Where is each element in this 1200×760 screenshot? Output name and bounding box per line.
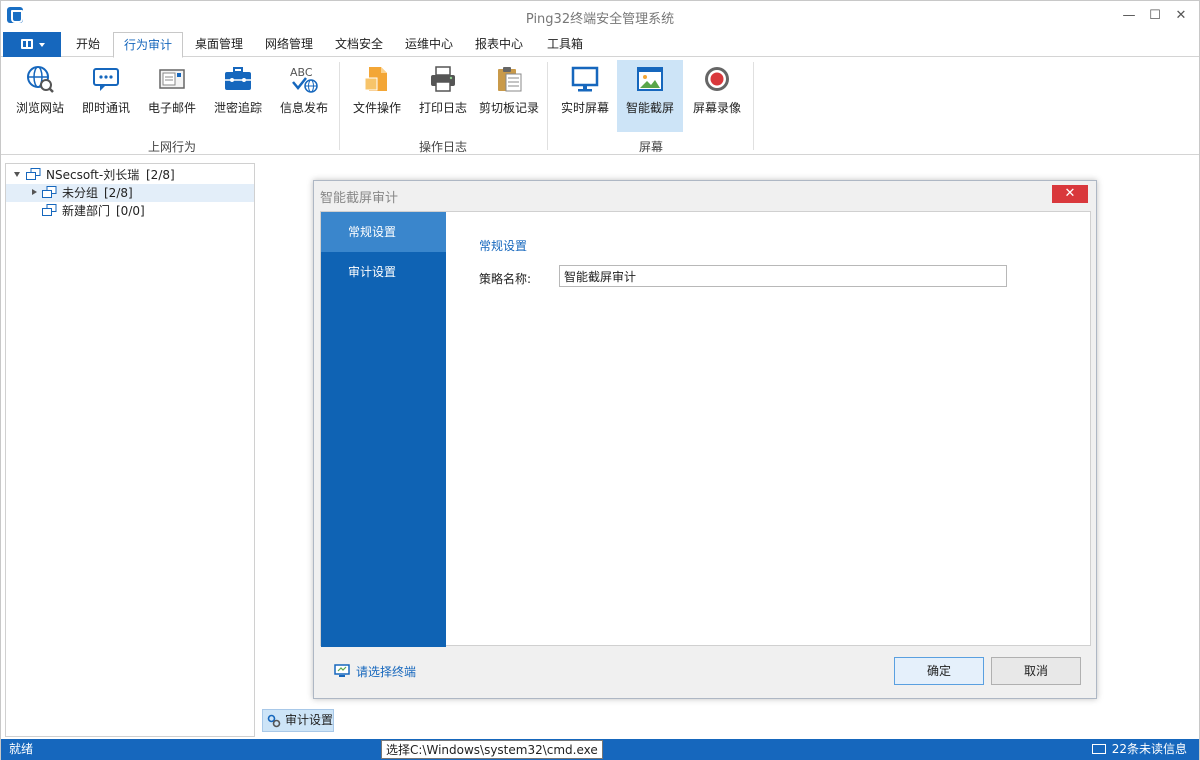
group-label-web-behavior: 上网行为 <box>147 140 196 154</box>
tree-node-count: [2/8] <box>146 168 175 182</box>
book-icon <box>21 39 33 49</box>
network-group-icon <box>26 168 41 180</box>
tab-behavior-audit[interactable]: 行为审计 <box>113 32 183 58</box>
audit-settings-tab-label: 审计设置 <box>285 713 334 727</box>
close-window-button[interactable]: ✕ <box>1167 5 1195 27</box>
tree-node-label: 未分组 <box>62 186 99 200</box>
cancel-button[interactable]: 取消 <box>991 657 1081 685</box>
chat-icon <box>93 68 119 91</box>
tab-start[interactable]: 开始 <box>65 32 111 58</box>
instant-messaging-label: 即时通讯 <box>81 101 130 115</box>
globe-search-icon <box>27 66 54 93</box>
caret-down-icon <box>39 43 45 47</box>
picture-icon <box>637 67 663 91</box>
browse-web-label: 浏览网站 <box>15 101 64 115</box>
expand-arrow-icon[interactable] <box>14 172 20 177</box>
dialog-title: 智能截屏审计 <box>320 191 399 206</box>
tree-node-root[interactable]: NSecsoft-刘长瑞 [2/8] <box>6 166 254 184</box>
unread-messages-label: 22条未读信息 <box>1111 742 1187 756</box>
browse-web-button[interactable]: 浏览网站 <box>9 60 71 132</box>
group-label-operation-log: 操作日志 <box>418 140 467 154</box>
tab-desktop-management[interactable]: 桌面管理 <box>187 32 251 58</box>
svg-text:ABC: ABC <box>290 66 313 79</box>
leak-tracking-label: 泄密追踪 <box>213 101 262 115</box>
clipboard-icon <box>498 67 522 92</box>
printer-icon <box>431 66 455 92</box>
clipboard-record-button[interactable]: 剪切板记录 <box>477 60 541 132</box>
app-window: Ping32终端安全管理系统 — ☐ ✕ 开始 行为审计 桌面管理 网络管理 文… <box>0 0 1200 760</box>
minimize-button[interactable]: — <box>1115 5 1143 27</box>
terminal-monitor-icon <box>334 664 350 677</box>
status-ready: 就绪 <box>9 742 34 756</box>
screen-recording-button[interactable]: 屏幕录像 <box>685 60 749 132</box>
file-menu-button[interactable] <box>3 32 61 57</box>
nav-general-settings[interactable]: 常规设置 <box>321 212 446 252</box>
screen-recording-label: 屏幕录像 <box>692 101 741 115</box>
group-separator <box>547 62 548 150</box>
record-icon <box>705 67 729 91</box>
tree-node-new-department[interactable]: 新建部门 [0/0] <box>6 202 254 220</box>
realtime-screen-label: 实时屏幕 <box>560 101 609 115</box>
tree-node-count: [2/8] <box>104 186 133 200</box>
print-log-button[interactable]: 打印日志 <box>411 60 475 132</box>
collapse-arrow-icon[interactable] <box>32 189 37 195</box>
tab-toolbox[interactable]: 工具箱 <box>537 32 593 58</box>
email-label: 电子邮件 <box>147 101 196 115</box>
file-operation-button[interactable]: 文件操作 <box>345 60 409 132</box>
file-operation-label: 文件操作 <box>352 101 401 115</box>
group-separator <box>339 62 340 150</box>
info-publish-button[interactable]: ABC 信息发布 <box>273 60 335 132</box>
tab-document-security[interactable]: 文档安全 <box>327 32 391 58</box>
dialog-body: 常规设置 审计设置 常规设置 策略名称: <box>320 211 1091 647</box>
realtime-screen-button[interactable]: 实时屏幕 <box>553 60 617 132</box>
info-publish-label: 信息发布 <box>279 101 328 115</box>
network-group-icon <box>42 204 57 216</box>
maximize-button[interactable]: ☐ <box>1141 5 1169 27</box>
menu-bar: 开始 行为审计 桌面管理 网络管理 文档安全 运维中心 报表中心 工具箱 <box>1 32 1199 58</box>
dialog-close-button[interactable]: ✕ <box>1052 185 1088 203</box>
tree-node-label: 新建部门 <box>62 204 111 218</box>
print-log-label: 打印日志 <box>418 101 467 115</box>
instant-messaging-button[interactable]: 即时通讯 <box>75 60 137 132</box>
tree-node-ungrouped[interactable]: 未分组 [2/8] <box>6 184 254 202</box>
select-terminal-link[interactable]: 请选择终端 <box>334 663 416 681</box>
message-icon <box>1091 744 1106 754</box>
status-tooltip: 选择C:\Windows\system32\cmd.exe <box>381 740 603 759</box>
email-button[interactable]: 电子邮件 <box>141 60 203 132</box>
email-icon <box>159 69 185 89</box>
abc-globe-icon: ABC <box>290 66 318 93</box>
file-icon <box>364 67 387 91</box>
policy-name-label: 策略名称: <box>479 272 532 286</box>
tree-node-label: NSecsoft-刘长瑞 <box>46 168 140 182</box>
monitor-icon <box>571 66 599 92</box>
select-terminal-label: 请选择终端 <box>356 665 417 679</box>
tree-node-count: [0/0] <box>116 204 145 218</box>
briefcase-icon <box>225 67 251 90</box>
group-separator <box>753 62 754 150</box>
leak-tracking-button[interactable]: 泄密追踪 <box>207 60 269 132</box>
section-title: 常规设置 <box>479 239 528 253</box>
tab-report-center[interactable]: 报表中心 <box>467 32 531 58</box>
window-title: Ping32终端安全管理系统 <box>525 12 675 27</box>
group-label-screen: 屏幕 <box>638 140 663 154</box>
status-bar: 就绪 选择C:\Windows\system32\cmd.exe 22条未读信息 <box>1 739 1199 760</box>
tab-network-management[interactable]: 网络管理 <box>257 32 321 58</box>
ribbon: 浏览网站 即时通讯 电子邮件 泄密追踪 ABC 信息发布 上网行为 文件操作 打… <box>1 58 1199 155</box>
smart-screenshot-button[interactable]: 智能截屏 <box>617 60 683 132</box>
smart-screenshot-audit-dialog: 智能截屏审计 ✕ 常规设置 审计设置 常规设置 策略名称: 请选择终端 确定 取… <box>313 180 1097 699</box>
nav-audit-settings[interactable]: 审计设置 <box>321 252 446 292</box>
terminal-tree: NSecsoft-刘长瑞 [2/8] 未分组 [2/8] 新建部门 [0/0] <box>5 163 255 737</box>
network-group-icon <box>42 186 57 198</box>
audit-settings-tab[interactable]: 审计设置 <box>262 709 334 732</box>
tab-ops-center[interactable]: 运维中心 <box>397 32 461 58</box>
smart-screenshot-label: 智能截屏 <box>625 101 674 115</box>
policy-name-input[interactable] <box>559 265 1007 287</box>
unread-messages[interactable]: 22条未读信息 <box>1091 739 1187 760</box>
clipboard-record-label: 剪切板记录 <box>478 101 539 115</box>
ok-button[interactable]: 确定 <box>894 657 984 685</box>
dialog-nav: 常规设置 审计设置 <box>321 212 446 647</box>
title-bar: Ping32终端安全管理系统 — ☐ ✕ <box>1 1 1199 31</box>
gears-icon <box>267 714 281 728</box>
